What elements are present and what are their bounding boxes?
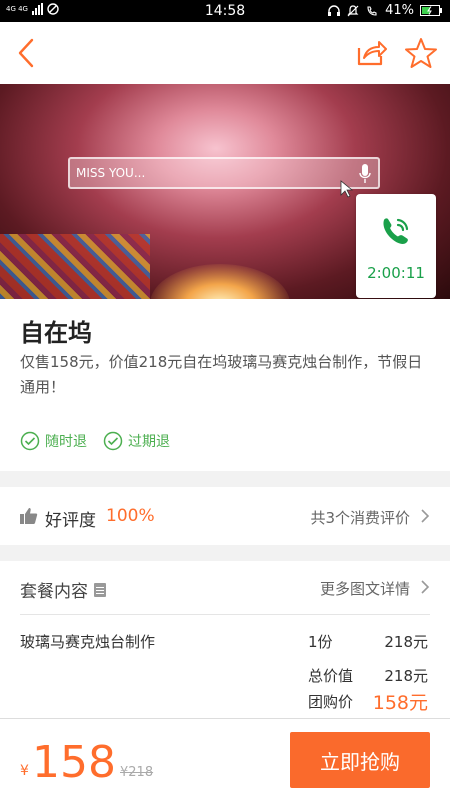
mouse-cursor-icon: [340, 180, 354, 198]
package-header: 套餐内容: [20, 577, 106, 602]
currency-symbol: ¥: [20, 763, 29, 779]
more-details-link[interactable]: 更多图文详情: [320, 578, 410, 599]
chevron-right-icon[interactable]: [420, 579, 430, 595]
deal-info: 自在坞 仅售158元，价值218元自在坞玻璃马赛克烛台制作，节假日通用！ 随时退…: [0, 299, 450, 471]
wifi-call-icon: [367, 5, 377, 16]
buy-now-button[interactable]: 立即抢购: [290, 732, 430, 788]
package-item-price: 218元: [384, 633, 428, 651]
rating-label: 好评度: [45, 511, 96, 531]
photo-search-box: MISS YOU...: [68, 157, 380, 189]
rating-percent: 100%: [106, 506, 155, 526]
divider: [20, 614, 430, 615]
check-circle-icon: [20, 431, 40, 451]
original-price: ¥218: [120, 765, 154, 780]
battery-percent: 41%: [385, 3, 414, 18]
status-bar: 4G 4G 14:58 41%: [0, 0, 450, 22]
microphone-icon: [359, 164, 371, 183]
phone-call-icon: [383, 218, 409, 244]
share-icon[interactable]: [354, 36, 388, 70]
purchase-bar: ¥ 158 ¥218 立即抢购: [0, 718, 450, 800]
package-item-qty: 1份: [308, 633, 333, 651]
top-navigation-bar: [0, 22, 450, 84]
refund-anytime-tag: 随时退: [20, 431, 87, 451]
document-icon: [94, 582, 106, 597]
tag-label: 随时退: [45, 434, 87, 450]
check-circle-icon: [103, 431, 123, 451]
chevron-right-icon: [421, 509, 430, 523]
total-value: 218元: [384, 667, 428, 685]
favorite-star-icon[interactable]: [404, 36, 438, 70]
thumbs-up-icon: [20, 508, 38, 524]
refund-tags: 随时退 过期退: [20, 431, 170, 451]
review-count-link[interactable]: 共3个消费评价: [310, 507, 410, 528]
package-title: 套餐内容: [20, 582, 88, 602]
shop-name: 自在坞: [20, 319, 92, 347]
back-chevron-icon[interactable]: [12, 36, 44, 70]
countdown-time: 2:00:11: [367, 264, 425, 282]
mute-bell-icon: [347, 4, 359, 16]
package-item-name: 玻璃马赛克烛台制作: [20, 633, 156, 651]
countdown-call-card[interactable]: 2:00:11: [356, 194, 436, 298]
mosaic-candle-holder: [0, 234, 150, 299]
package-content: 套餐内容 更多图文详情 玻璃马赛克烛台制作 1份 218元 总价值 218元 团…: [0, 561, 450, 721]
tag-label: 过期退: [128, 434, 170, 450]
battery-icon: [420, 5, 442, 16]
total-value-label: 总价值: [308, 667, 354, 685]
deal-description: 仅售158元，价值218元自在坞玻璃马赛克烛台制作，节假日通用！: [20, 353, 423, 396]
group-price: 158元: [372, 692, 428, 714]
candle-glow: [150, 264, 290, 299]
rating-row[interactable]: 好评度 100% 共3个消费评价: [0, 487, 450, 545]
headset-icon: [328, 4, 341, 16]
group-price-label: 团购价: [308, 693, 354, 711]
photo-search-text: MISS YOU...: [76, 166, 146, 180]
refund-expired-tag: 过期退: [103, 431, 170, 451]
sale-price: 158: [32, 737, 116, 788]
